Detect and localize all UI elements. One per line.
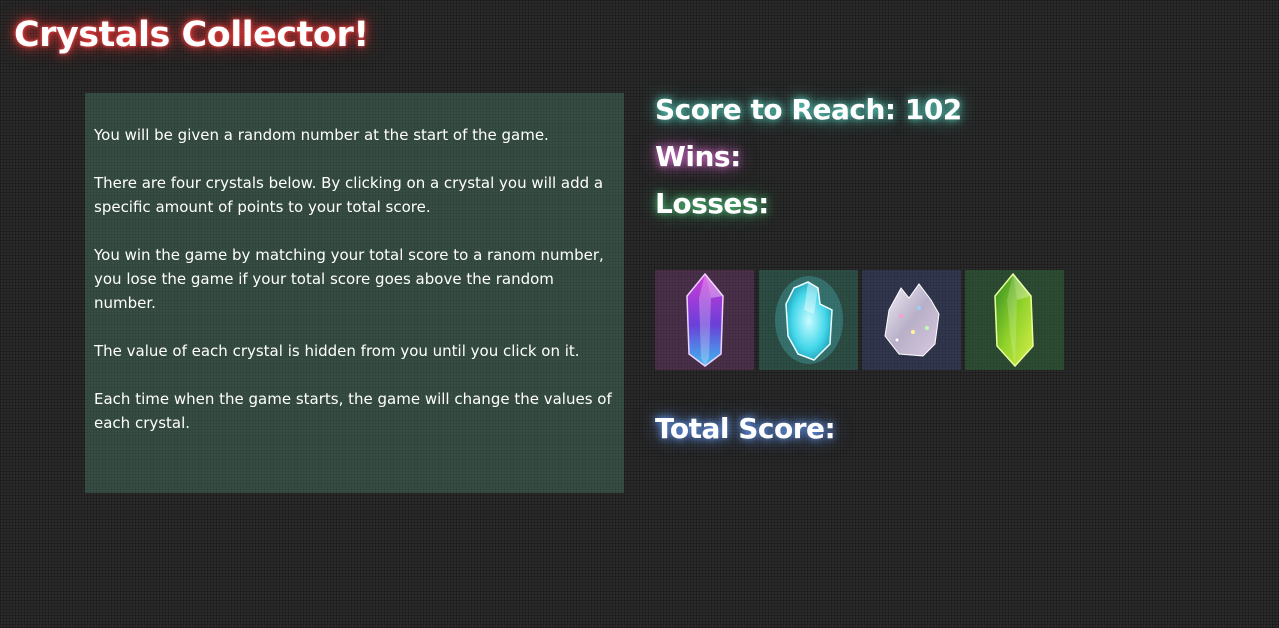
cyan-crystal-button[interactable] bbox=[759, 270, 858, 370]
wins-counter: Wins: bbox=[655, 140, 741, 173]
total-score: Total Score: bbox=[655, 412, 836, 445]
instruction-paragraph: There are four crystals below. By clicki… bbox=[94, 174, 604, 216]
purple-crystal-button[interactable] bbox=[655, 270, 754, 370]
purple-crystal-icon bbox=[685, 272, 724, 367]
instruction-paragraph: The value of each crystal is hidden from… bbox=[94, 342, 580, 360]
page-title: Crystals Collector! bbox=[14, 15, 369, 55]
instructions-panel: You will be given a random number at the… bbox=[85, 93, 624, 493]
instruction-paragraph: You win the game by matching your total … bbox=[94, 246, 604, 312]
green-crystal-button[interactable] bbox=[965, 270, 1064, 370]
instruction-paragraph: You will be given a random number at the… bbox=[94, 126, 549, 144]
silver-crystal-button[interactable] bbox=[862, 270, 961, 370]
cyan-crystal-icon bbox=[774, 276, 843, 364]
silver-crystal-cluster-icon bbox=[883, 283, 940, 357]
crystal-row bbox=[655, 270, 1067, 370]
instruction-paragraph: Each time when the game starts, the game… bbox=[94, 390, 612, 432]
green-crystal-icon bbox=[993, 272, 1034, 368]
score-to-reach: Score to Reach: 102 bbox=[655, 93, 962, 126]
losses-counter: Losses: bbox=[655, 187, 769, 220]
